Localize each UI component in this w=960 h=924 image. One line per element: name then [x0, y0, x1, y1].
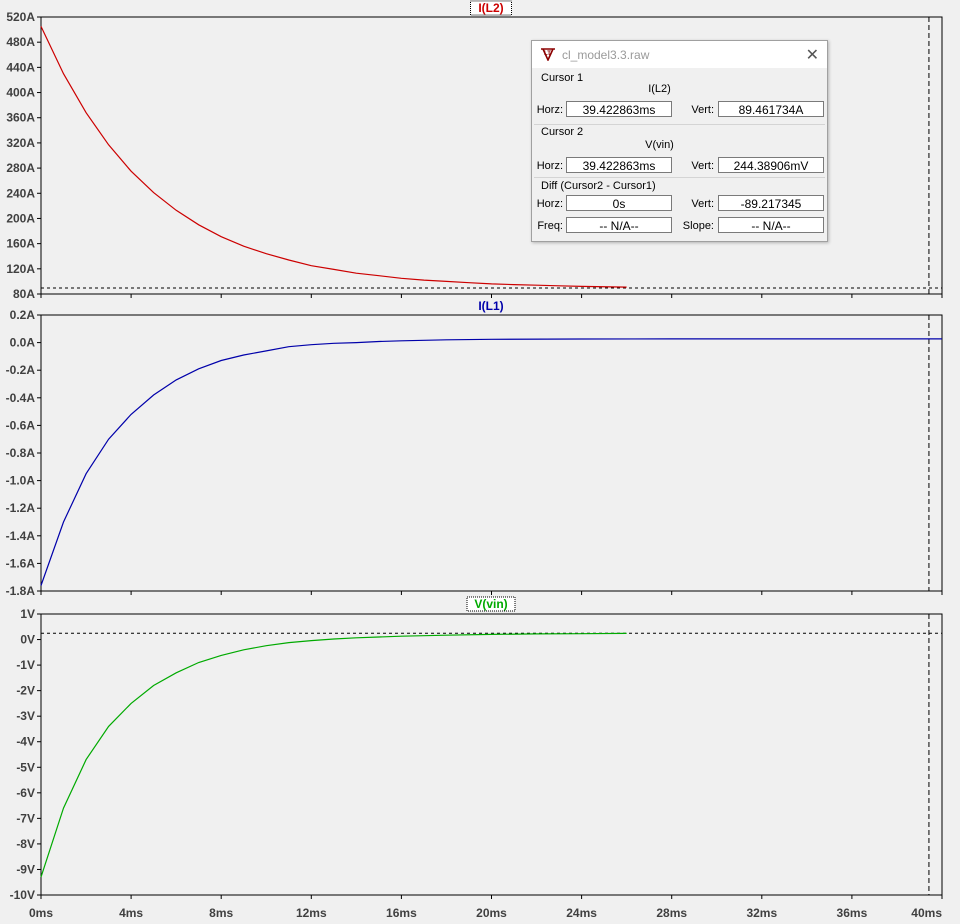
- x-tick-label: 40ms: [911, 906, 942, 920]
- y-tick-label: 320A: [6, 136, 35, 150]
- y-tick-label: 0V: [20, 633, 35, 647]
- y-tick-label: 280A: [6, 161, 35, 175]
- y-tick-label: -1.6A: [6, 556, 36, 570]
- y-tick-label: -10V: [10, 888, 35, 902]
- y-tick-label: -4V: [16, 735, 35, 749]
- y-tick-label: -3V: [16, 709, 35, 723]
- cursor1-vert-label: Vert:: [691, 104, 714, 116]
- y-tick-label: -1V: [16, 658, 35, 672]
- y-tick-label: -0.6A: [6, 418, 36, 432]
- cursor1-vert-field[interactable]: 89.461734A: [718, 101, 824, 117]
- cursor2-horz-label: Horz:: [536, 160, 563, 172]
- trace-title: I(L1): [478, 299, 503, 313]
- x-tick-label: 12ms: [296, 906, 327, 920]
- y-tick-label: -2V: [16, 684, 35, 698]
- y-tick-label: -7V: [16, 811, 35, 825]
- cursor2-vert-field[interactable]: 244.38906mV: [718, 157, 824, 173]
- trace-title: V(vin): [474, 597, 507, 611]
- x-tick-label: 16ms: [386, 906, 417, 920]
- cursor2-horz-field[interactable]: 39.422863ms: [566, 157, 672, 173]
- cursor2-trace: V(vin): [645, 139, 674, 151]
- diff-horz-label: Horz:: [536, 198, 563, 210]
- x-tick-label: 0ms: [29, 906, 53, 920]
- cursor1-horz-label: Horz:: [536, 104, 563, 116]
- y-tick-label: -0.8A: [6, 446, 36, 460]
- y-tick-label: -1.0A: [6, 474, 36, 488]
- x-tick-label: 32ms: [746, 906, 777, 920]
- y-tick-label: 0.0A: [10, 336, 36, 350]
- trace-title: I(L2): [478, 1, 503, 15]
- y-tick-label: -5V: [16, 760, 35, 774]
- freq-field[interactable]: -- N/A--: [566, 217, 672, 233]
- y-tick-label: 400A: [6, 86, 35, 100]
- cursor2-heading: Cursor 2: [541, 126, 584, 138]
- close-icon[interactable]: ✕: [806, 45, 819, 65]
- y-tick-label: 360A: [6, 111, 35, 125]
- x-tick-label: 20ms: [476, 906, 507, 920]
- y-tick-label: -9V: [16, 862, 35, 876]
- plot-pane-frame: [40, 314, 943, 592]
- cursor1-horz-field[interactable]: 39.422863ms: [566, 101, 672, 117]
- cursor2-vert-label: Vert:: [691, 160, 714, 172]
- y-tick-label: -0.2A: [6, 363, 36, 377]
- y-tick-label: 240A: [6, 186, 35, 200]
- y-tick-label: 160A: [6, 237, 35, 251]
- slope-field[interactable]: -- N/A--: [718, 217, 824, 233]
- x-tick-label: 36ms: [837, 906, 868, 920]
- plot-pane-frame: [40, 613, 943, 896]
- diff-vert-label: Vert:: [691, 198, 714, 210]
- y-tick-label: -0.4A: [6, 391, 36, 405]
- x-tick-label: 24ms: [566, 906, 597, 920]
- y-tick-label: 520A: [6, 10, 35, 24]
- x-tick-label: 28ms: [656, 906, 687, 920]
- x-tick-label: 4ms: [119, 906, 143, 920]
- y-tick-label: 200A: [6, 211, 35, 225]
- dialog-titlebar[interactable]: LT cl_model3.3.raw ✕: [532, 41, 827, 68]
- y-tick-label: -6V: [16, 786, 35, 800]
- freq-label: Freq:: [537, 220, 563, 232]
- diff-horz-field[interactable]: 0s: [566, 195, 672, 211]
- y-tick-label: -1.4A: [6, 529, 36, 543]
- diff-heading: Diff (Cursor2 - Cursor1): [541, 180, 656, 192]
- cursor1-trace: I(L2): [648, 83, 671, 95]
- y-tick-label: 80A: [13, 287, 35, 301]
- slope-label: Slope:: [682, 220, 714, 232]
- y-tick-label: 440A: [6, 60, 35, 74]
- divider: [534, 177, 825, 178]
- cursor-dialog[interactable]: LT cl_model3.3.raw ✕ Cursor 1 I(L2) Horz…: [531, 40, 828, 242]
- y-tick-label: 0.2A: [10, 308, 36, 322]
- ltspice-app-icon: LT: [540, 47, 556, 64]
- y-tick-label: 120A: [6, 262, 35, 276]
- y-tick-label: 1V: [20, 607, 35, 621]
- y-tick-label: -8V: [16, 837, 35, 851]
- diff-vert-field[interactable]: -89.217345: [718, 195, 824, 211]
- y-tick-label: -1.2A: [6, 501, 36, 515]
- y-tick-label: 480A: [6, 35, 35, 49]
- divider: [534, 124, 825, 125]
- x-tick-label: 8ms: [209, 906, 233, 920]
- dialog-title: cl_model3.3.raw: [562, 48, 650, 62]
- y-tick-label: -1.8A: [6, 584, 36, 598]
- svg-text:LT: LT: [544, 51, 551, 57]
